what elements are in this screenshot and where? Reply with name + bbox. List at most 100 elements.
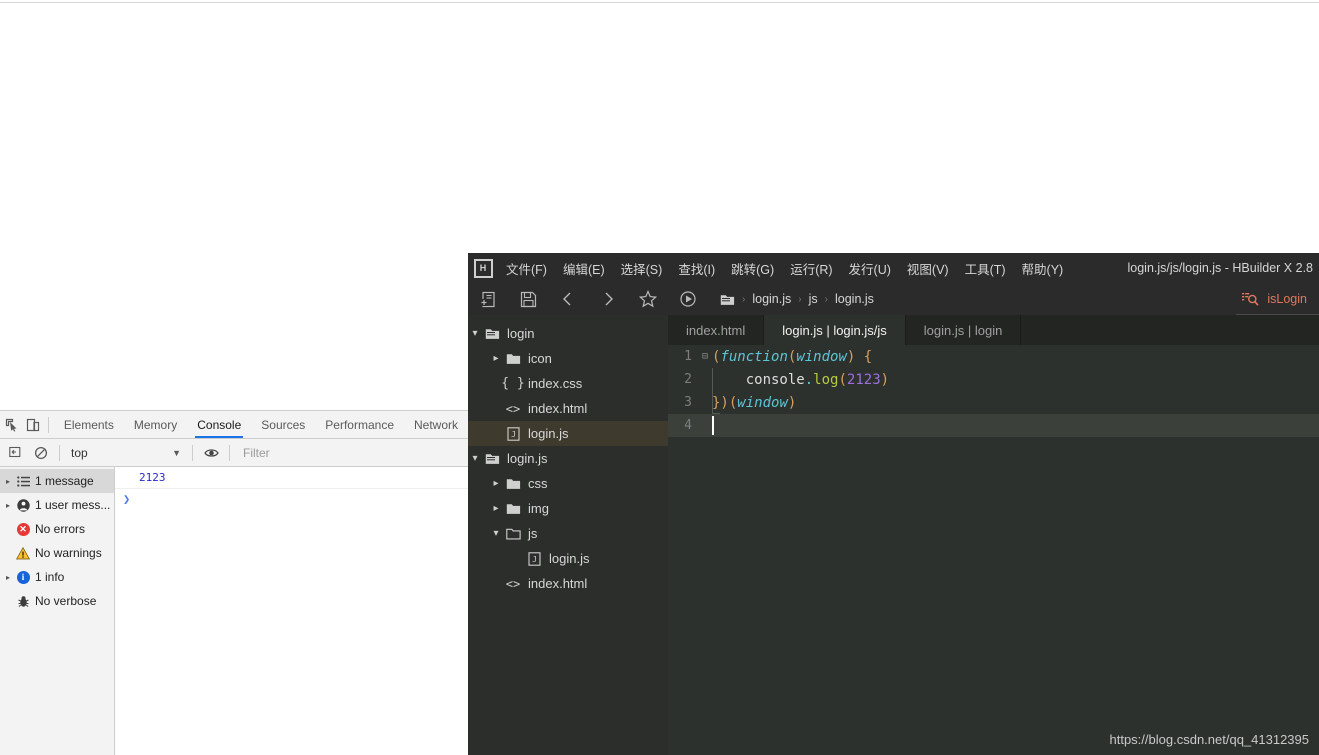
token-param-window: window: [796, 348, 847, 365]
editor-search-box[interactable]: isLogin: [1242, 283, 1315, 315]
sidebar-item-errors[interactable]: ✕ No errors: [0, 517, 114, 541]
tree-item-label: login.js: [528, 426, 569, 441]
run-icon[interactable]: [668, 283, 708, 315]
chevron-down-icon[interactable]: ▾: [489, 528, 503, 539]
tab-memory[interactable]: Memory: [124, 412, 187, 438]
breadcrumb-separator: ›: [824, 293, 828, 305]
tree-item-index-css[interactable]: { } index.css: [468, 371, 668, 396]
tab-sources[interactable]: Sources: [251, 412, 315, 438]
sidebar-item-messages[interactable]: ▸ 1 message: [0, 469, 114, 493]
hbuilderx-window: H 文件(F) 编辑(E) 选择(S) 查找(I) 跳转(G) 运行(R) 发行…: [468, 253, 1319, 755]
menu-select[interactable]: 选择(S): [613, 259, 671, 278]
search-input[interactable]: isLogin: [1267, 292, 1307, 306]
chevron-right-icon[interactable]: ▸: [2, 477, 14, 486]
js-file-icon: J: [524, 551, 544, 566]
chevron-right-icon[interactable]: ▸: [489, 478, 503, 489]
warning-icon: [14, 546, 32, 560]
no-entry-icon[interactable]: [28, 440, 54, 466]
tree-item-index-html[interactable]: <> index.html: [468, 396, 668, 421]
tree-item-icon-folder[interactable]: ▸ icon: [468, 346, 668, 371]
tab-network[interactable]: Network: [404, 412, 468, 438]
tree-item-label: index.html: [528, 401, 588, 416]
editor-tab-index-html[interactable]: index.html: [668, 315, 765, 345]
chevron-right-icon[interactable]: ▸: [2, 501, 14, 510]
chevron-right-icon[interactable]: ▸: [489, 353, 503, 364]
token-window: window: [737, 394, 788, 411]
bug-icon: [14, 595, 32, 608]
filterbar-divider-3: [229, 444, 230, 461]
folder-icon: [503, 502, 523, 515]
tree-item-label: icon: [528, 351, 552, 366]
folder-icon: [503, 477, 523, 490]
tab-elements[interactable]: Elements: [54, 412, 124, 438]
code-area[interactable]: 1 ⊟ (function(window) { 2 console.log(21…: [668, 345, 1319, 755]
search-icon[interactable]: [1242, 292, 1259, 307]
sidebar-item-label: No errors: [35, 522, 86, 536]
back-icon[interactable]: [548, 283, 588, 315]
tree-item-css-folder[interactable]: ▸ css: [468, 471, 668, 496]
code-line-2-text: console.log(2123): [712, 372, 889, 388]
breadcrumb-part-3[interactable]: login.js: [835, 292, 874, 306]
line-number: 2: [684, 372, 692, 387]
device-toolbar-icon[interactable]: [23, 412, 44, 438]
new-file-icon[interactable]: [468, 283, 508, 315]
toolbar-divider: [48, 416, 49, 433]
fold-toggle-icon[interactable]: ⊟: [698, 345, 712, 368]
clear-console-icon[interactable]: [2, 440, 28, 466]
sidebar-item-warnings[interactable]: No warnings: [0, 541, 114, 565]
tree-item-img-folder[interactable]: ▸ img: [468, 496, 668, 521]
forward-icon[interactable]: [588, 283, 628, 315]
editor-tab-login-js-login[interactable]: login.js | login: [906, 315, 1022, 345]
menu-edit[interactable]: 编辑(E): [555, 259, 613, 278]
menu-file[interactable]: 文件(F): [498, 259, 555, 278]
chevron-right-icon[interactable]: ▸: [2, 573, 14, 582]
chevron-down-icon[interactable]: ▾: [468, 453, 482, 464]
tree-item-js-folder[interactable]: ▾ js: [468, 521, 668, 546]
breadcrumb-part-1[interactable]: login.js: [752, 292, 791, 306]
token-log: log: [813, 371, 839, 388]
tree-item-login-folder[interactable]: ▾ login: [468, 321, 668, 346]
sidebar-item-label: 1 info: [35, 570, 65, 584]
tab-console[interactable]: Console: [187, 412, 251, 438]
menu-view[interactable]: 视图(V): [899, 259, 957, 278]
menu-find[interactable]: 查找(I): [670, 259, 723, 278]
css-file-icon: { }: [501, 376, 525, 391]
token-dot: .: [804, 371, 814, 388]
tree-item-root-index-html[interactable]: <> index.html: [468, 571, 668, 596]
editor-tab-login-js-js[interactable]: login.js | login.js/js: [764, 315, 906, 345]
page-top-divider: [0, 2, 1319, 3]
chevron-right-icon[interactable]: ▸: [489, 503, 503, 514]
console-output[interactable]: 2123 ❯: [115, 467, 468, 755]
tree-item-label: css: [528, 476, 548, 491]
line-number: 3: [684, 395, 692, 410]
code-line-3: 3 })(window): [668, 391, 1319, 414]
menu-run[interactable]: 运行(R): [782, 259, 840, 278]
sidebar-item-label: No warnings: [35, 546, 102, 560]
filter-input[interactable]: Filter: [235, 446, 468, 460]
sidebar-item-verbose[interactable]: No verbose: [0, 589, 114, 613]
tree-item-js-login-js[interactable]: J login.js: [468, 546, 668, 571]
tree-item-loginjs-folder[interactable]: ▾ login.js: [468, 446, 668, 471]
tab-performance[interactable]: Performance: [315, 412, 404, 438]
folder-open-icon: [482, 452, 502, 465]
console-context-selector[interactable]: top ▼: [65, 446, 187, 460]
console-prompt-icon[interactable]: ❯: [115, 489, 468, 509]
chevron-down-icon[interactable]: ▾: [468, 328, 482, 339]
menu-help[interactable]: 帮助(Y): [1014, 259, 1072, 278]
save-icon[interactable]: [508, 283, 548, 315]
tree-item-login-js-selected[interactable]: J login.js: [468, 421, 668, 446]
sidebar-item-info[interactable]: ▸ i 1 info: [0, 565, 114, 589]
menu-goto[interactable]: 跳转(G): [723, 259, 782, 278]
user-icon: [14, 498, 32, 512]
breadcrumb-part-2[interactable]: js: [809, 292, 818, 306]
sidebar-item-label: 1 user mess...: [35, 498, 111, 512]
favorite-star-icon[interactable]: [628, 283, 668, 315]
sidebar-item-user-messages[interactable]: ▸ 1 user mess...: [0, 493, 114, 517]
eye-icon[interactable]: [198, 440, 224, 466]
error-icon: ✕: [14, 522, 32, 536]
folder-icon: [503, 352, 523, 365]
hb-main-area: ▾ login ▸ icon { } index.css <> index.ht…: [468, 315, 1319, 755]
inspect-element-icon[interactable]: [2, 412, 23, 438]
menu-tools[interactable]: 工具(T): [957, 259, 1014, 278]
menu-publish[interactable]: 发行(U): [841, 259, 899, 278]
